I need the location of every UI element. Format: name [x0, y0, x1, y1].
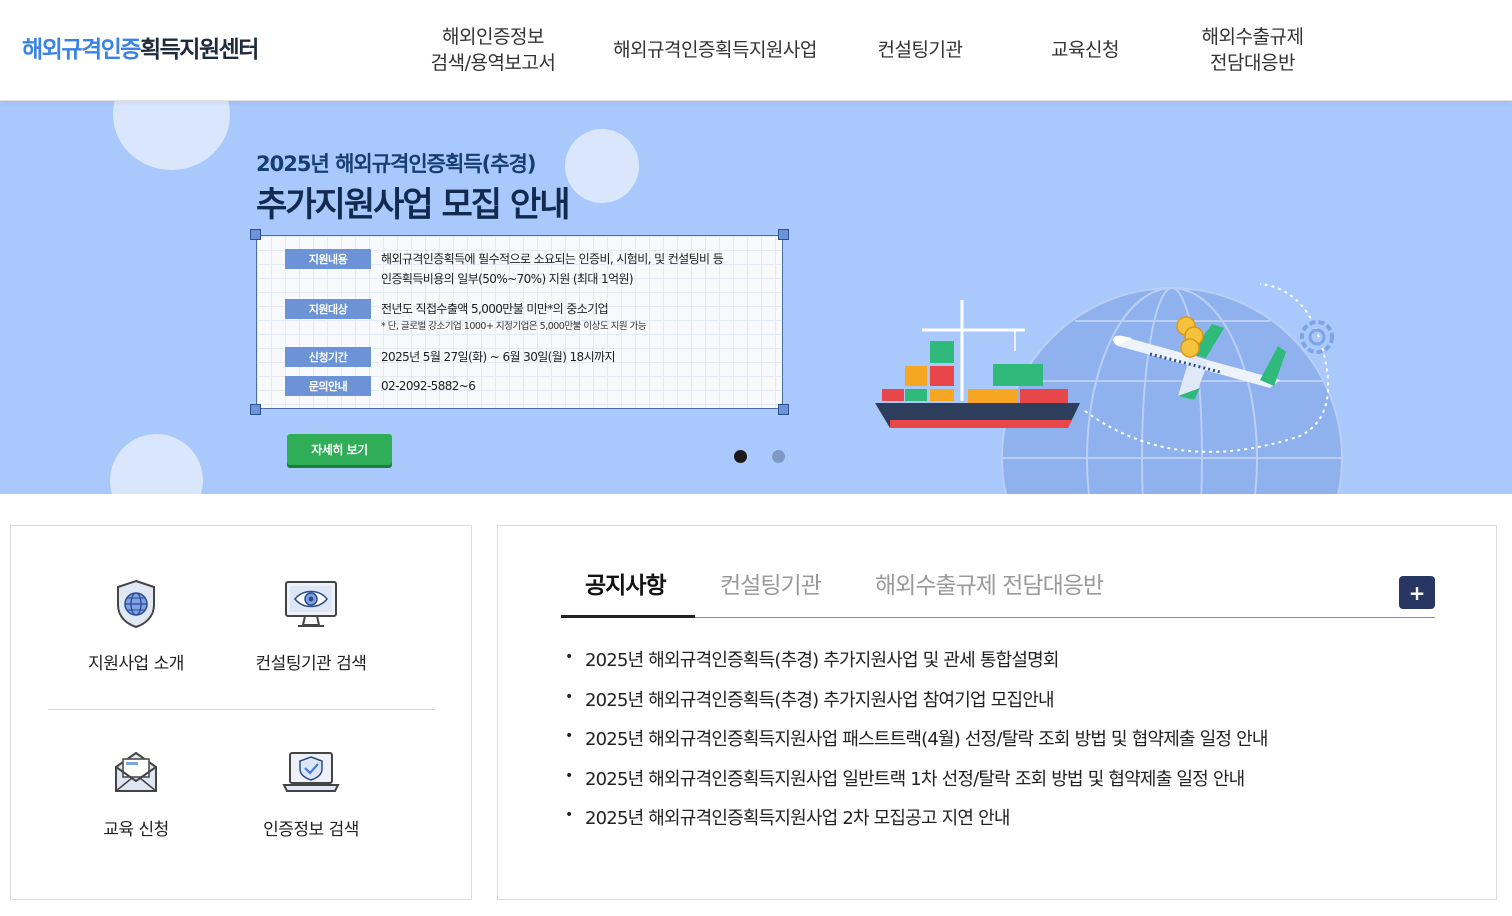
info-line: 2025년 5월 27일(화) ~ 6월 30일(월) 18시까지: [381, 350, 615, 364]
tab-export-regulation[interactable]: 해외수출규제 전담대응반: [875, 566, 1104, 618]
banner-info-box: 지원내용 해외규격인증획득에 필수적으로 소요되는 인증비, 시험비, 및 컨설…: [250, 229, 789, 415]
bullet-icon: •: [565, 767, 573, 784]
notice-item[interactable]: • 2025년 해외규격인증획득(추경) 추가지원사업 참여기업 모집안내: [565, 686, 1268, 726]
nav-education[interactable]: 교육신청: [1020, 0, 1150, 100]
info-tag: 문의안내: [285, 376, 371, 396]
notice-title: 2025년 해외규격인증획득지원사업 패스트트랙(4월) 선정/탈락 조회 방법…: [585, 729, 1268, 750]
logo-accent-text: 해외규격인증: [22, 37, 141, 63]
detail-view-button[interactable]: 자세히 보기: [287, 434, 392, 465]
laptop-check-icon: [282, 752, 340, 792]
info-row-content: 지원내용 해외규격인증획득에 필수적으로 소요되는 인증비, 시험비, 및 컨설…: [285, 249, 724, 289]
notice-item[interactable]: • 2025년 해외규격인증획득지원사업 2차 모집공고 지연 안내: [565, 804, 1268, 844]
board-tabs: 공지사항 컨설팅기관 해외수출규제 전담대응반: [561, 566, 1435, 618]
banner-title: 추가지원사업 모집 안내: [256, 185, 570, 225]
banner-subtitle: 2025년 해외규격인증획득(추경): [256, 152, 536, 176]
quick-consulting-search[interactable]: 컨설팅기관 검색: [226, 579, 396, 674]
info-line: 전년도 직접수출액 5,000만불 미만*의 중소기업: [381, 302, 609, 316]
notice-title: 2025년 해외규격인증획득지원사업 일반트랙 1차 선정/탈락 조회 방법 및…: [585, 768, 1245, 790]
quick-label: 컨설팅기관 검색: [255, 654, 367, 674]
monitor-eye-icon: [285, 581, 337, 627]
quick-cert-info-search[interactable]: 인증정보 검색: [226, 749, 396, 840]
notice-board: 공지사항 컨설팅기관 해외수출규제 전담대응반 + • 2025년 해외규격인증획…: [497, 525, 1497, 900]
info-text: 전년도 직접수출액 5,000만불 미만*의 중소기업 * 단, 글로벌 강소기…: [381, 299, 647, 335]
info-line: 인증획득비용의 일부(50%~70%) 지원 (최대 1억원): [381, 272, 634, 286]
frame-handle: [250, 229, 261, 240]
quick-support-intro[interactable]: 지원사업 소개: [51, 579, 221, 674]
quick-menu-panel: 지원사업 소개 컨설팅기관 검색 교육 신청 인증정보 검색: [10, 525, 472, 900]
info-line: 02-2092-5882~6: [381, 379, 476, 393]
more-button[interactable]: +: [1399, 576, 1435, 609]
nav-consulting[interactable]: 컨설팅기관: [855, 0, 985, 100]
info-tag: 신청기간: [285, 347, 371, 367]
notice-title: 2025년 해외규격인증획득지원사업 2차 모집공고 지연 안내: [585, 808, 1010, 829]
info-row-contact: 문의안내 02-2092-5882~6: [285, 376, 476, 396]
info-note: * 단, 글로벌 강소기업 1000+ 지정기업은 5,000만불 이상도 지원…: [381, 321, 647, 332]
info-row-target: 지원대상 전년도 직접수출액 5,000만불 미만*의 중소기업 * 단, 글로…: [285, 299, 647, 335]
notice-item[interactable]: • 2025년 해외규격인증획득지원사업 패스트트랙(4월) 선정/탈락 조회 방…: [565, 725, 1268, 765]
quick-education-apply[interactable]: 교육 신청: [51, 749, 221, 840]
globe-shield-icon: [117, 579, 155, 629]
nav-cert-info-search[interactable]: 해외인증정보 검색/용역보고서: [405, 0, 581, 100]
info-row-period: 신청기간 2025년 5월 27일(화) ~ 6월 30일(월) 18시까지: [285, 347, 615, 367]
logo-text: 획득지원센터: [139, 37, 259, 63]
decor-bubble: [113, 101, 230, 170]
decor-bubble: [565, 129, 639, 203]
slide-dot-2[interactable]: [772, 450, 785, 463]
tab-consulting[interactable]: 컨설팅기관: [720, 566, 822, 618]
notice-item[interactable]: • 2025년 해외규격인증획득지원사업 일반트랙 1차 선정/탈락 조회 방법 …: [565, 765, 1268, 805]
notice-title: 2025년 해외규격인증획득(추경) 추가지원사업 및 관세 통합설명회: [585, 650, 1059, 671]
envelope-icon: [115, 751, 157, 792]
decor-bubble: [110, 434, 203, 494]
info-tag: 지원내용: [285, 249, 371, 269]
quick-label: 교육 신청: [103, 820, 169, 840]
trade-illustration: [875, 283, 1343, 494]
nav-export-regulation[interactable]: 해외수출규제 전담대응반: [1175, 0, 1330, 100]
quick-label: 지원사업 소개: [88, 654, 184, 674]
site-header: 해외규격인증획득지원센터 해외인증정보 검색/용역보고서 해외규격인증획득지원사…: [0, 0, 1512, 101]
frame-handle: [250, 404, 261, 415]
notice-list: • 2025년 해외규격인증획득(추경) 추가지원사업 및 관세 통합설명회 • 2…: [565, 646, 1268, 844]
bullet-icon: •: [565, 688, 573, 705]
notice-item[interactable]: • 2025년 해외규격인증획득(추경) 추가지원사업 및 관세 통합설명회: [565, 646, 1268, 686]
frame-handle: [778, 229, 789, 240]
info-text: 해외규격인증획득에 필수적으로 소요되는 인증비, 시험비, 및 컨설팅비 등 …: [381, 249, 724, 289]
nav-support-program[interactable]: 해외규격인증획득지원사업: [590, 0, 840, 100]
quick-label: 인증정보 검색: [263, 820, 359, 840]
info-tag: 지원대상: [285, 299, 371, 319]
gear-icon: [1300, 320, 1334, 354]
slide-dot-1[interactable]: [734, 450, 747, 463]
bullet-icon: •: [565, 807, 573, 823]
frame-handle: [778, 404, 789, 415]
info-line: 해외규격인증획득에 필수적으로 소요되는 인증비, 시험비, 및 컨설팅비 등: [381, 252, 724, 266]
site-logo[interactable]: 해외규격인증획득지원센터: [22, 30, 259, 64]
quick-divider: [48, 709, 435, 710]
bullet-icon: •: [565, 728, 573, 744]
bullet-icon: •: [565, 649, 573, 665]
main-banner: 2025년 해외규격인증획득(추경) 추가지원사업 모집 안내 지원내용 해외규…: [0, 101, 1512, 494]
tab-notice[interactable]: 공지사항: [561, 566, 695, 618]
notice-title: 2025년 해외규격인증획득(추경) 추가지원사업 참여기업 모집안내: [585, 689, 1055, 711]
